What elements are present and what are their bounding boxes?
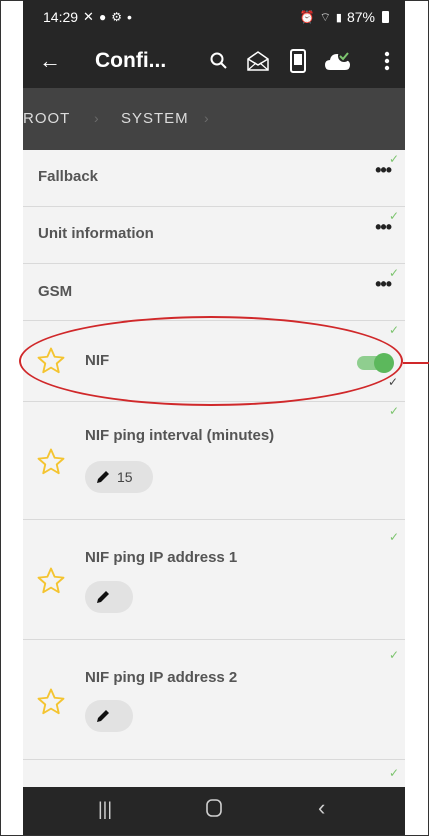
system-nav-bar: ||| ‹	[23, 787, 405, 835]
check-icon: ✓	[388, 648, 399, 662]
mail-icon[interactable]	[244, 46, 272, 76]
pencil-icon	[97, 471, 109, 483]
pencil-icon	[97, 591, 109, 603]
arrow-left-icon[interactable]: ←	[39, 48, 61, 74]
status-time: 14:29	[43, 9, 79, 25]
star-icon[interactable]	[36, 687, 66, 717]
more-horiz-icon[interactable]: •••	[375, 217, 392, 238]
breadcrumb: ROOT › SYSTEM ›	[23, 88, 405, 150]
chevron-right-icon: ›	[204, 110, 210, 126]
timer-icon: ●	[98, 10, 107, 24]
wifi-icon: ⌔	[319, 9, 331, 24]
star-icon[interactable]	[36, 566, 66, 596]
signal-icon: ▮	[335, 11, 342, 24]
home-icon[interactable]	[205, 798, 223, 823]
chevron-right-icon: ›	[94, 110, 100, 126]
more-horiz-icon[interactable]: •••	[375, 160, 392, 181]
list-item-label: Fallback	[38, 168, 99, 185]
phone-screen: 14:29 ✕ ● ⚙ • ⏰ ⌔ ▮ 87% ← Confi... ROOT …	[23, 0, 405, 835]
check-icon: ✓	[388, 766, 399, 780]
recent-apps-icon[interactable]: |||	[98, 799, 112, 820]
list-item-partial[interactable]: ✓	[23, 760, 405, 787]
list-item-label: NIF ping IP address 2	[85, 669, 238, 686]
cloud-check-icon[interactable]	[324, 46, 352, 76]
list-item-label: NIF ping IP address 1	[85, 549, 238, 566]
check-icon: ✓	[388, 323, 399, 337]
page-title: Confi...	[95, 49, 167, 72]
list-item-label: GSM	[38, 283, 73, 300]
check-icon: ✓	[388, 404, 399, 418]
highlight-pointer-line	[403, 362, 429, 364]
status-dot: •	[126, 9, 132, 25]
phone-device-icon[interactable]	[284, 46, 312, 76]
back-nav-icon[interactable]: ‹	[318, 795, 325, 821]
status-bar: 14:29 ✕ ● ⚙ • ⏰ ⌔ ▮ 87%	[23, 0, 405, 36]
list-item-nif-ping-ip-2[interactable]: NIF ping IP address 2 ✓	[23, 640, 405, 760]
edit-value-button[interactable]: 15	[85, 461, 153, 493]
breadcrumb-root[interactable]: ROOT	[23, 110, 70, 127]
list-item-nif-ping-interval[interactable]: NIF ping interval (minutes) ✓ 15	[23, 402, 405, 520]
edit-value-button[interactable]	[85, 700, 133, 732]
pencil-icon	[97, 710, 109, 722]
star-icon[interactable]	[36, 447, 66, 477]
edit-value-button[interactable]	[85, 581, 133, 613]
more-horiz-icon[interactable]: •••	[375, 274, 392, 295]
list-item-nif-ping-ip-1[interactable]: NIF ping IP address 1 ✓	[23, 520, 405, 640]
list-item-label: Unit information	[38, 225, 154, 242]
missed-call-icon: ✕	[83, 9, 94, 24]
list-item-gsm[interactable]: GSM ✓ •••	[23, 264, 405, 321]
breadcrumb-system[interactable]: SYSTEM	[121, 110, 189, 127]
highlight-ellipse	[19, 316, 403, 406]
battery-icon	[382, 11, 389, 23]
app-bar: ← Confi...	[23, 36, 405, 88]
list-item-fallback[interactable]: Fallback ✓ •••	[23, 150, 405, 207]
more-vert-icon[interactable]	[373, 46, 401, 76]
alarm-icon: ⏰	[299, 10, 315, 24]
list-item-label: NIF ping interval (minutes)	[85, 427, 275, 444]
list-item-unit-information[interactable]: Unit information ✓ •••	[23, 207, 405, 264]
search-icon[interactable]	[205, 46, 233, 76]
battery-percent: 87%	[346, 9, 375, 25]
setting-value: 15	[117, 469, 133, 485]
settings-icon: ⚙	[111, 10, 122, 24]
check-icon: ✓	[388, 530, 399, 544]
